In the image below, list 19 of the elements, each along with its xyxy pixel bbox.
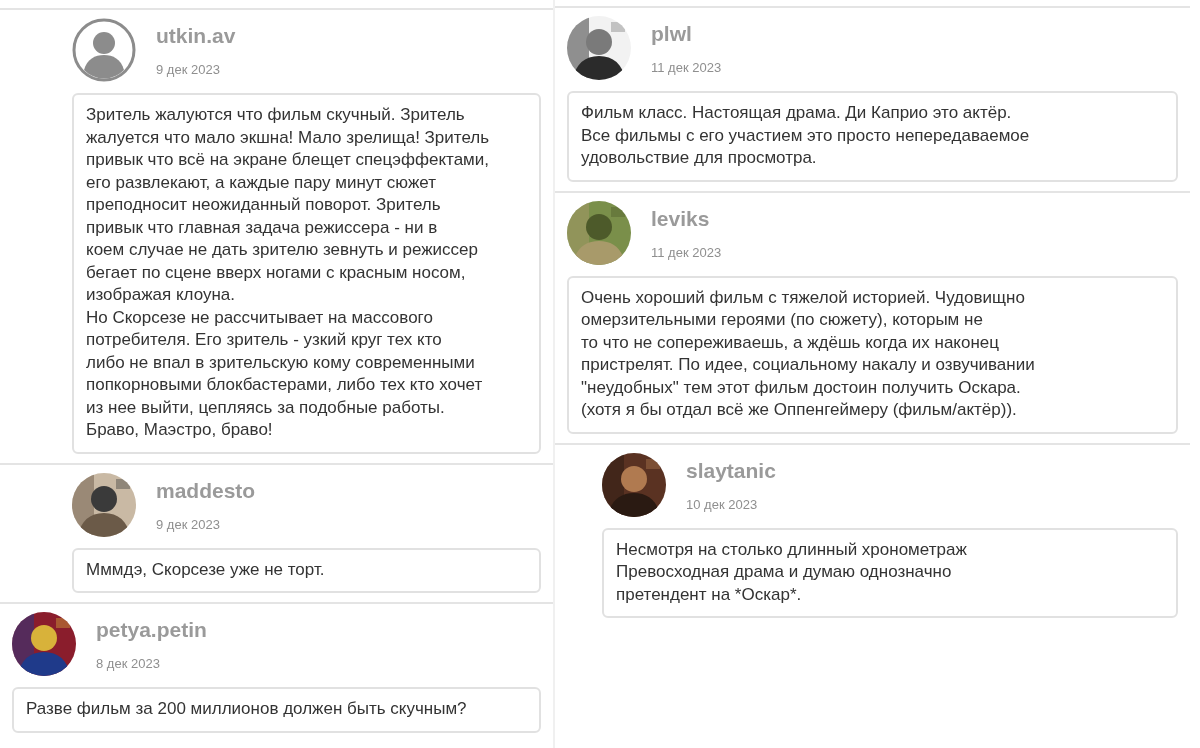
comment-text: Разве фильм за 200 миллионов должен быть скучным? [26, 699, 467, 718]
comment-date: 8 дек 2023 [96, 656, 161, 671]
username[interactable]: leviks [651, 206, 722, 231]
username[interactable]: petya.petin [96, 618, 207, 642]
comment-text: Зритель жалуются что фильм скучный. Зритель жалуется что мало экшна! Мало зрелища! Зритель привык что всё на экране блещет спецэффектами, его развлекают, а каждые пару минут сюжет преподносит неожиданный поворот. Зритель привык что главная задача режиссера - ни в коем случае не дать зрителю зевнуть и режиссер бегает по сцене вверх ногами с красным носом, изображая клоуна. Но Скорсезе не рассчитывает на массового потребителя. Его зритель - узкий круг тех кто либо не впал в зрительскую кому современными попкорновыми блокбастерами, либо тех кто хочет из нее выйти, цепляясь за подобные работы. Браво, Маэстро, браво! [86, 105, 490, 439]
comment-text: Фильм класс. Настоящая драма. Ди Каприо это актёр. Все фильмы с его участием это просто непередаваемое удовольствие для просмотра. [581, 103, 1030, 167]
username[interactable]: maddesto [156, 478, 256, 503]
comment-text: Очень хороший фильм с тяжелой историей. Чудовищно омерзительными героями (по сюжету), которым не то что не сопереживаешь, а ждёшь когда их наконец пристрелят. По идее, социальному накалу и озвучивании "неудобных" тем этот фильм достоин получить Оскара. (хотя я бы отдал всё же Оппенгеймеру (фильм/актёр)). [581, 287, 1035, 419]
comment-date: 9 дек 2023 [156, 62, 221, 77]
username[interactable]: plwl [651, 22, 722, 46]
username[interactable]: utkin.av [156, 24, 236, 48]
username[interactable]: slaytanic [686, 458, 776, 483]
comment-date: 11 дек 2023 [651, 60, 722, 75]
comment-text: Несмотря на столько длинный хронометраж Превосходная драма и думаю однозначно претендент на *Оскар*. [616, 539, 967, 604]
comment-date: 11 дек 2023 [651, 244, 722, 260]
comment-date: 10 дек 2023 [686, 496, 759, 512]
comment-date: 9 дек 2023 [156, 516, 221, 532]
comment-text: Мммдэ, Скорсезе уже не торт. [86, 559, 325, 579]
user-icon [72, 18, 136, 82]
